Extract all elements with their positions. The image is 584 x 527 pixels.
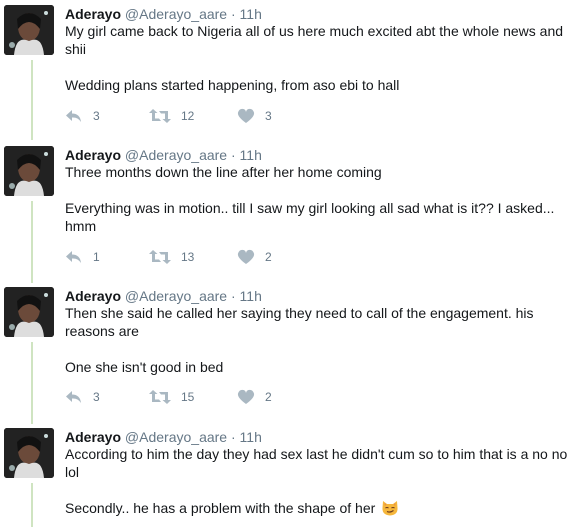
timestamp[interactable]: 11h — [240, 147, 262, 163]
like-button[interactable]: 2 — [237, 387, 272, 407]
retweet-count: 13 — [181, 250, 195, 264]
thread-connector-line — [31, 483, 33, 527]
separator-dot: · — [230, 429, 236, 445]
author-name[interactable]: Aderayo — [65, 429, 121, 445]
timestamp[interactable]: 11h — [240, 6, 262, 22]
author-handle[interactable]: @Aderayo_aare — [125, 6, 227, 22]
author-name[interactable]: Aderayo — [65, 288, 121, 304]
tweet-text-line: According to him the day they had sex la… — [65, 446, 568, 480]
avatar[interactable] — [4, 146, 54, 196]
tweet-text-line: Three months down the line after her hom… — [65, 164, 382, 180]
tweet-text-line: Everything was in motion.. till I saw my… — [65, 200, 555, 234]
tweet-text-line: Wedding plans started happening, from as… — [65, 77, 400, 93]
retweet-icon — [149, 109, 171, 123]
reply-button[interactable]: 3 — [65, 106, 100, 126]
heart-icon — [237, 249, 255, 264]
timestamp[interactable]: 11h — [240, 429, 262, 445]
tweet-header: Aderayo @Aderayo_aare · 11h — [65, 428, 262, 446]
reply-count: 1 — [93, 250, 100, 264]
like-button[interactable]: 2 — [237, 247, 272, 267]
author-handle[interactable]: @Aderayo_aare — [125, 147, 227, 163]
retweet-icon — [149, 390, 171, 404]
retweet-button[interactable]: 12 — [149, 106, 194, 126]
smirking-cat-emoji — [382, 501, 398, 516]
tweet-text-line: One she isn't good in bed — [65, 359, 224, 375]
tweet-text-segment: Secondly.. he has a problem with the sha… — [65, 500, 376, 516]
thread-connector-line — [31, 60, 33, 140]
tweet-header: Aderayo @Aderayo_aare · 11h — [65, 287, 262, 305]
tweet-text-line: Then she said he called her saying they … — [65, 305, 534, 339]
author-name[interactable]: Aderayo — [65, 6, 121, 22]
thread-connector-line — [31, 342, 33, 424]
separator-dot: · — [230, 147, 236, 163]
thread-connector-line — [31, 201, 33, 283]
reply-button[interactable]: 1 — [65, 247, 100, 267]
avatar[interactable] — [4, 5, 54, 55]
like-button[interactable]: 3 — [237, 106, 272, 126]
reply-icon — [66, 251, 81, 263]
tweet-text-line: My girl came back to Nigeria all of us h… — [65, 23, 564, 57]
separator-dot: · — [230, 6, 236, 22]
author-name[interactable]: Aderayo — [65, 147, 121, 163]
like-count: 2 — [265, 390, 272, 404]
retweet-icon — [149, 250, 171, 264]
tweet-header: Aderayo @Aderayo_aare · 11h — [65, 5, 262, 23]
retweet-count: 12 — [181, 109, 195, 123]
heart-icon — [237, 108, 255, 123]
reply-count: 3 — [93, 109, 100, 123]
reply-count: 3 — [93, 390, 100, 404]
separator-dot: · — [230, 288, 236, 304]
like-count: 2 — [265, 250, 272, 264]
avatar[interactable] — [4, 287, 54, 337]
reply-icon — [66, 110, 81, 122]
retweet-button[interactable]: 13 — [149, 247, 194, 267]
reply-icon — [66, 391, 81, 403]
timestamp[interactable]: 11h — [240, 288, 262, 304]
author-handle[interactable]: @Aderayo_aare — [125, 429, 227, 445]
reply-button[interactable]: 3 — [65, 387, 100, 407]
avatar[interactable] — [4, 428, 54, 478]
like-count: 3 — [265, 109, 272, 123]
retweet-count: 15 — [181, 390, 195, 404]
tweet-thread: Aderayo @Aderayo_aare · 11h My girl came… — [0, 0, 584, 527]
heart-icon — [237, 389, 255, 404]
tweet-text-line: Secondly.. he has a problem with the sha… — [65, 499, 570, 517]
tweet-header: Aderayo @Aderayo_aare · 11h — [65, 146, 262, 164]
retweet-button[interactable]: 15 — [149, 387, 194, 407]
author-handle[interactable]: @Aderayo_aare — [125, 288, 227, 304]
